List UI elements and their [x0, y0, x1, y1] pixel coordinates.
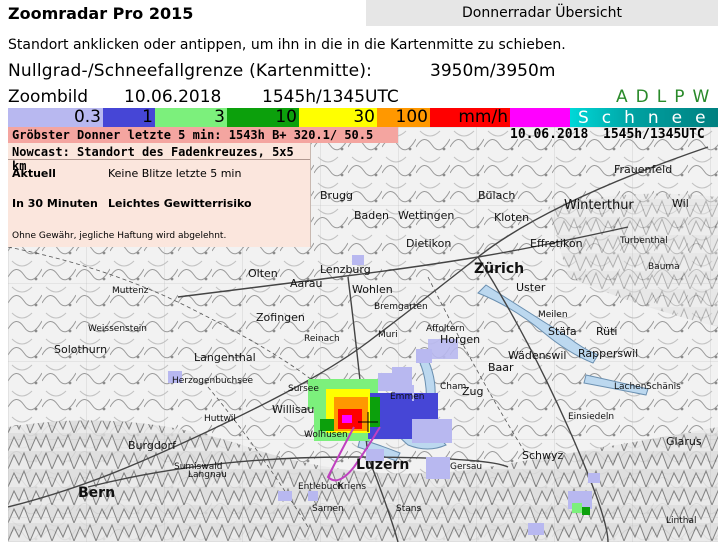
map-time: 1545h/1345UTC — [603, 127, 705, 142]
freezing-level-value: 3950m/3950m — [430, 61, 556, 81]
town-stafa: Stäfa — [548, 325, 577, 338]
town-emmen: Emmen — [390, 392, 424, 402]
nowcast-panel: Nowcast: Standort des Fadenkreuzes, 5x5 … — [8, 143, 311, 247]
strongest-lightning-info: Gröbster Donner letzte 5 min: 1543h B+ 3… — [8, 127, 398, 158]
zoom-label: Zoombild — [8, 87, 89, 107]
town-lachen: Lachen — [614, 382, 646, 392]
town-kriens: Kriens — [338, 482, 366, 492]
scale-segment-4: 30 — [299, 107, 377, 127]
zoom-time: 1545h/1345UTC — [262, 87, 399, 107]
country-letters[interactable]: ADLPW — [616, 87, 717, 107]
town-solothurn: Solothurn — [54, 343, 107, 356]
nowcast-current-value: Keine Blitze letzte 5 min — [108, 167, 242, 180]
instruction-text: Standort anklicken oder antippen, um ihn… — [8, 37, 566, 53]
town-wettingen: Wettingen — [398, 209, 454, 222]
town-muri: Muri — [378, 330, 398, 340]
town-lenzburg: Lenzburg — [320, 263, 371, 276]
nowcast-forecast-value: Leichtes Gewitterrisiko — [108, 197, 252, 210]
nowcast-divider — [8, 159, 310, 160]
overview-button[interactable]: Donnerradar Übersicht — [366, 0, 718, 26]
town-uster: Uster — [516, 281, 546, 294]
scale-segment-2: 3 — [155, 107, 227, 127]
scale-segment-3: 10 — [227, 107, 299, 127]
town-luzern: Luzern — [356, 457, 409, 473]
town-dietikon: Dietikon — [406, 237, 451, 250]
town-meilen: Meilen — [538, 310, 568, 320]
scale-label-0: 0.3 — [73, 107, 101, 127]
town-einsiedeln: Einsiedeln — [568, 412, 614, 422]
scale-label-4: 30 — [353, 107, 375, 127]
scale-label-5: 100 — [395, 107, 428, 127]
town-kloten: Kloten — [494, 211, 529, 224]
zoom-date: 10.06.2018 — [124, 87, 222, 107]
town-burgdorf: Burgdorf — [128, 439, 177, 452]
town-frauenfeld: Frauenfeld — [614, 163, 672, 176]
town-wohlen: Wohlen — [352, 283, 393, 296]
town-willisau: Willisau — [272, 403, 314, 416]
town-linthal: Linthal — [666, 516, 696, 526]
town-langenthal: Langenthal — [194, 351, 256, 364]
town-wolhusen: Wolhusen — [304, 430, 348, 440]
town-huttwil: Huttwil — [204, 414, 236, 424]
scale-label-2: 3 — [214, 107, 225, 127]
town-ruti: Rüti — [596, 325, 618, 338]
town-horgen: Horgen — [440, 333, 480, 346]
scale-label-3: 10 — [275, 107, 297, 127]
scale-segment-5: 100 — [377, 107, 430, 127]
town-rapperswil: Rapperswil — [578, 347, 638, 360]
town-brugg: Brugg — [320, 189, 353, 202]
scale-label-1: 1 — [142, 107, 153, 127]
town-herzogenbuchsee: Herzogenbuchsee — [172, 376, 253, 386]
scale-label-6: mm/h — [458, 107, 508, 127]
town-aarau: Aarau — [290, 277, 323, 290]
disclaimer: Ohne Gewähr, jegliche Haftung wird abgel… — [12, 231, 227, 241]
town-bulach: Bülach — [478, 189, 515, 202]
town-bremgarten: Bremgarten — [374, 302, 428, 312]
app-title: Zoomradar Pro 2015 — [8, 4, 194, 23]
town-wil: Wil — [672, 197, 689, 210]
town-zofingen: Zofingen — [256, 311, 305, 324]
map-date: 10.06.2018 — [510, 127, 589, 142]
town-gersau: Gersau — [450, 462, 482, 472]
town-schanis: Schänis — [646, 382, 681, 392]
town-sumiswald: Sumiswald — [174, 462, 222, 472]
town-winterthur: Winterthur — [564, 198, 634, 213]
town-weissenstein: Weissenstein — [88, 324, 147, 334]
town-turbenthal: Turbenthal — [619, 236, 668, 246]
scale-segment-7 — [510, 108, 570, 127]
scale-segment-1: 1 — [103, 107, 155, 127]
nowcast-forecast-label: In 30 Minuten — [12, 197, 98, 210]
country-selector[interactable]: ADLPW — [616, 87, 717, 107]
town-reinach: Reinach — [304, 334, 340, 344]
town-entlebuch: Entlebuch — [298, 482, 343, 492]
town-sarnen: Sarnen — [312, 504, 344, 514]
town-bauma: Bauma — [648, 262, 680, 272]
freezing-level-label: Nullgrad-/Schneefallgrenze (Kartenmitte)… — [8, 61, 373, 81]
town-glarus: Glarus — [666, 435, 702, 448]
town-bern: Bern — [78, 485, 115, 501]
town-olten: Olten — [248, 267, 278, 280]
intensity-scale: 0.3 1 3 10 30 100 mm/h Schnee — [8, 107, 718, 128]
scale-segment-0: 0.3 — [8, 107, 103, 127]
town-baden: Baden — [354, 209, 389, 222]
town-schwyz: Schwyz — [522, 449, 564, 462]
snow-scale: Schnee — [570, 108, 718, 128]
town-cham: Cham — [440, 382, 466, 392]
nowcast-current-label: Aktuell — [12, 167, 56, 180]
town-wadenswil: Wädenswil — [508, 349, 566, 362]
scale-segment-6: mm/h — [430, 107, 510, 127]
town-zurich: Zürich — [474, 261, 524, 277]
town-baar: Baar — [488, 361, 514, 374]
town-muttenz: Muttenz — [112, 286, 149, 296]
town-effretikon: Effretikon — [530, 237, 583, 250]
town-affoltern: Affoltern — [426, 324, 465, 334]
town-sursee: Sursee — [288, 384, 319, 394]
town-stans: Stans — [396, 504, 421, 514]
